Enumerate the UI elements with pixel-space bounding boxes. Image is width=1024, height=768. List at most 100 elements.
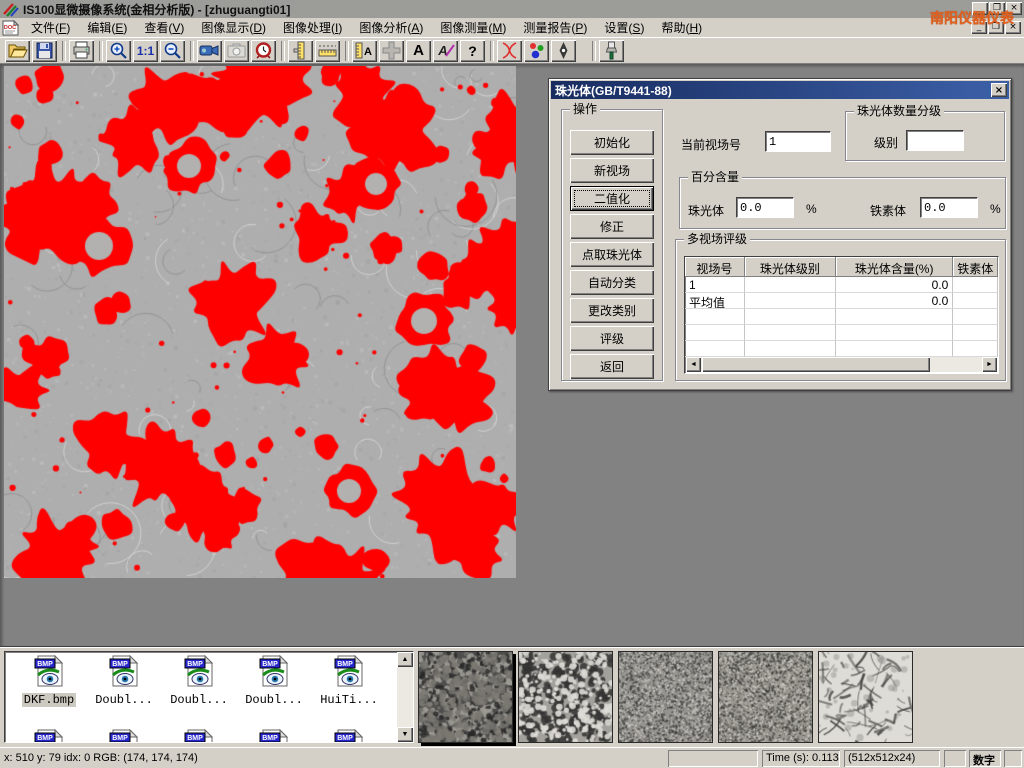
new-field-button[interactable]: 新视场 — [570, 158, 654, 183]
file-name[interactable]: Doubl... — [93, 693, 155, 707]
svg-text:BMP: BMP — [37, 661, 53, 668]
bmp-file-icon: BMP — [107, 728, 141, 743]
thumbnail-2[interactable] — [518, 651, 613, 743]
file-name[interactable]: Doubl... — [243, 693, 305, 707]
file-item-clipped[interactable]: BMP — [313, 728, 385, 743]
menu-image-display[interactable]: 图像显示(D) — [194, 17, 273, 38]
menu-measure-report[interactable]: 测量报告(P) — [516, 17, 594, 38]
timer-button[interactable] — [251, 40, 276, 62]
level-label: 级别 — [874, 134, 898, 151]
pen-tool-button[interactable] — [551, 40, 576, 62]
correct-button[interactable]: 修正 — [570, 214, 654, 239]
pearlite-percent-input[interactable] — [736, 197, 794, 218]
print-button[interactable] — [69, 40, 94, 62]
snapshot-button[interactable] — [224, 40, 249, 62]
caliper-measure-button[interactable] — [288, 40, 313, 62]
file-item[interactable]: BMP Doubl... — [238, 654, 310, 712]
metallographic-image-canvas[interactable] — [4, 66, 516, 578]
scroll-right-icon[interactable]: ► — [982, 357, 997, 372]
return-button[interactable]: 返回 — [570, 354, 654, 379]
file-item[interactable]: BMP Doubl... — [163, 654, 235, 712]
zoom-out-icon — [162, 41, 183, 60]
classify-button[interactable] — [524, 40, 549, 62]
menu-help[interactable]: 帮助(H) — [654, 17, 709, 38]
file-list: BMP DKF.bmp BMP Doubl... BMP Doubl... BM… — [4, 651, 414, 743]
file-item-clipped[interactable]: BMP — [163, 728, 235, 743]
help-button[interactable]: ? — [460, 40, 485, 62]
toolbar-separator — [99, 41, 103, 61]
file-name[interactable]: Doubl... — [168, 693, 230, 707]
video-capture-button[interactable] — [197, 40, 222, 62]
binarize-button[interactable]: 二值化 — [570, 186, 654, 211]
multi-field-group: 多视场评级 视场号 珠光体级别 珠光体含量(%) 铁素体 1 0.0 平均值 — [675, 239, 1006, 381]
ruler-measure-button[interactable] — [315, 40, 340, 62]
zoom-in-button[interactable] — [106, 40, 131, 62]
window-title: IS100显微摄像系统(金相分析版) - [zhuguangti01] — [23, 1, 290, 18]
file-item-clipped[interactable]: BMP — [13, 728, 85, 743]
table-row[interactable]: 平均值 0.0 — [685, 293, 998, 309]
menu-view[interactable]: 查看(V) — [137, 17, 191, 38]
file-item-clipped[interactable]: BMP — [88, 728, 160, 743]
grade-button[interactable]: 评级 — [570, 326, 654, 351]
alarm-clock-icon — [253, 41, 274, 60]
file-list-scrollbar[interactable]: ▲ ▼ — [397, 652, 413, 742]
zoom-1to1-button[interactable]: 1:1 — [133, 40, 158, 62]
menu-image-analysis[interactable]: 图像分析(A) — [352, 17, 430, 38]
curve-edit-button[interactable] — [497, 40, 522, 62]
thumbnail-4[interactable] — [718, 651, 813, 743]
file-item-clipped[interactable]: BMP — [238, 728, 310, 743]
current-field-input[interactable] — [765, 131, 831, 152]
dialog-title-bar[interactable]: 珠光体(GB/T9441-88) — [551, 81, 1009, 99]
scroll-down-icon[interactable]: ▼ — [397, 727, 413, 742]
svg-text:DOC: DOC — [4, 25, 16, 31]
move-tool-button[interactable] — [379, 40, 404, 62]
table-hscrollbar[interactable]: ◄ ► — [686, 357, 997, 372]
percent-group-label: 百分含量 — [688, 170, 742, 184]
toolbar-separator — [490, 41, 494, 61]
change-class-button[interactable]: 更改类别 — [570, 298, 654, 323]
text-style-button[interactable]: A — [433, 40, 458, 62]
scroll-up-icon[interactable]: ▲ — [397, 652, 413, 667]
menu-settings[interactable]: 设置(S) — [597, 17, 651, 38]
pearlite-dialog: 珠光体(GB/T9441-88) × 操作 初始化 新视场 二值化 修正 点取珠… — [548, 78, 1012, 391]
file-name[interactable]: HuiTi... — [318, 693, 380, 707]
filmstrip-panel: BMP DKF.bmp BMP Doubl... BMP Doubl... BM… — [0, 646, 1024, 747]
status-time: Time (s): 0.113 — [762, 750, 840, 767]
zoom-out-button[interactable] — [160, 40, 185, 62]
text-tool-button[interactable]: A — [406, 40, 431, 62]
file-name[interactable]: DKF.bmp — [22, 693, 76, 707]
open-file-button[interactable] — [5, 40, 30, 62]
menu-file[interactable]: 文件(F) — [24, 17, 77, 38]
menu-image-processing[interactable]: 图像处理(I) — [276, 17, 349, 38]
document-icon[interactable]: DOC — [2, 20, 20, 36]
svg-text:BMP: BMP — [187, 735, 203, 742]
operations-group: 操作 初始化 新视场 二值化 修正 点取珠光体 自动分类 更改类别 评级 返回 — [561, 109, 663, 381]
table-row[interactable]: 1 0.0 — [685, 277, 998, 293]
auto-classify-button[interactable]: 自动分类 — [570, 270, 654, 295]
thumbnail-5[interactable] — [818, 651, 913, 743]
file-item[interactable]: BMP HuiTi... — [313, 654, 385, 712]
dialog-title: 珠光体(GB/T9441-88) — [555, 82, 672, 99]
hscroll-thumb[interactable] — [702, 357, 930, 372]
thumbnail-3[interactable] — [618, 651, 713, 743]
brush-tool-button[interactable] — [599, 40, 624, 62]
pick-pearlite-button[interactable]: 点取珠光体 — [570, 242, 654, 267]
level-input[interactable] — [906, 130, 964, 151]
initialize-button[interactable]: 初始化 — [570, 130, 654, 155]
menu-edit[interactable]: 编辑(E) — [80, 17, 134, 38]
svg-text:BMP: BMP — [37, 735, 53, 742]
app-icon[interactable] — [3, 1, 19, 17]
file-item[interactable]: BMP Doubl... — [88, 654, 160, 712]
table-row-empty — [685, 325, 998, 341]
save-button[interactable] — [32, 40, 57, 62]
svg-text:BMP: BMP — [337, 661, 353, 668]
menu-image-measure[interactable]: 图像测量(M) — [433, 17, 513, 38]
cell-level — [745, 277, 836, 293]
dialog-close-button[interactable]: × — [991, 83, 1007, 97]
scroll-left-icon[interactable]: ◄ — [686, 357, 701, 372]
ferrite-percent-input[interactable] — [920, 197, 978, 218]
thumbnail-1[interactable] — [418, 651, 513, 743]
annotate-measure-button[interactable]: A — [352, 40, 377, 62]
file-item[interactable]: BMP DKF.bmp — [13, 654, 85, 712]
grading-table: 视场号 珠光体级别 珠光体含量(%) 铁素体 1 0.0 平均值 0.0 — [684, 256, 999, 374]
